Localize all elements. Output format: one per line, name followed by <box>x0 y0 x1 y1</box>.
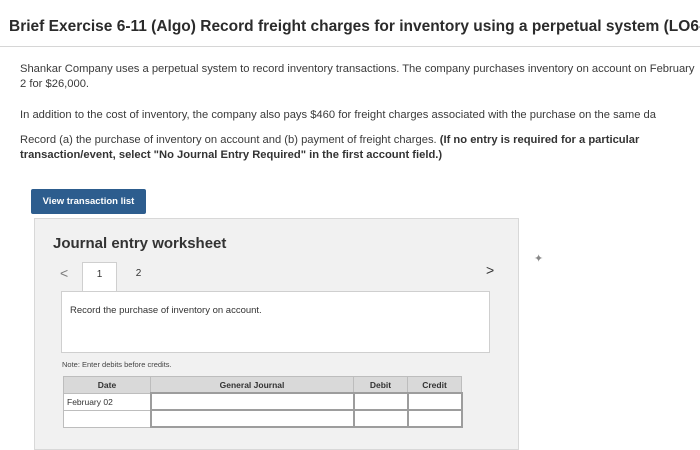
debit-input[interactable] <box>352 409 409 428</box>
sparkle-cursor-icon: ✦ <box>534 253 544 265</box>
page-title: Brief Exercise 6-11 (Algo) Record freigh… <box>9 18 700 35</box>
column-header-date: Date <box>63 376 151 394</box>
journal-entry-worksheet: Journal entry worksheet < 1 2 Record the… <box>34 218 519 450</box>
credit-input[interactable] <box>406 409 463 428</box>
date-cell: February 02 <box>63 392 151 411</box>
worksheet-title: Journal entry worksheet <box>53 235 227 252</box>
column-header-credit: Credit <box>407 376 462 394</box>
date-cell <box>63 409 151 428</box>
title-divider <box>0 46 700 47</box>
instruction-box: Record the purchase of inventory on acco… <box>61 291 490 353</box>
instruction-text: Record the purchase of inventory on acco… <box>70 305 262 316</box>
tab-entry-2[interactable]: 2 <box>121 262 156 289</box>
problem-paragraph-2: In addition to the cost of inventory, th… <box>20 109 656 121</box>
journal-table: Date General Journal Debit Credit Februa… <box>63 376 463 428</box>
credit-input[interactable] <box>406 392 463 411</box>
problem-paragraph-3: Record (a) the purchase of inventory on … <box>20 133 680 163</box>
table-row <box>63 409 463 428</box>
problem-paragraph-1: Shankar Company uses a perpetual system … <box>20 63 695 90</box>
table-row: February 02 <box>63 392 463 411</box>
tab-entry-1[interactable]: 1 <box>82 262 117 292</box>
account-input[interactable] <box>149 392 355 411</box>
instruction-text: Record (a) the purchase of inventory on … <box>20 134 437 146</box>
previous-arrow-icon[interactable]: < <box>60 265 68 281</box>
column-header-debit: Debit <box>353 376 408 394</box>
account-input[interactable] <box>149 409 355 428</box>
note-text: Note: Enter debits before credits. <box>62 360 172 369</box>
column-header-general-journal: General Journal <box>150 376 354 394</box>
next-arrow-icon[interactable]: > <box>486 262 494 278</box>
view-transaction-list-button[interactable]: View transaction list <box>31 189 146 214</box>
debit-input[interactable] <box>352 392 409 411</box>
